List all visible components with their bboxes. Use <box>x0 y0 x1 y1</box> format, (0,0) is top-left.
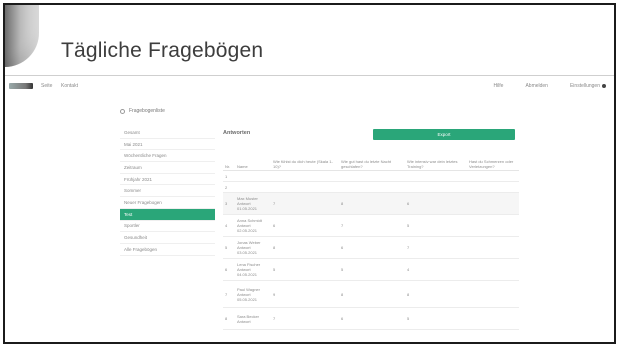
table-cell-c2: 8 <box>339 192 405 215</box>
table-cell-c2: 8 <box>339 280 405 308</box>
table-cell-c1 <box>271 170 339 182</box>
sidebar-item[interactable]: Gesamt <box>120 127 215 139</box>
sidebar-item[interactable]: Wöchentliche Fragen <box>120 150 215 163</box>
export-button[interactable]: Export <box>373 129 515 140</box>
table-cell-name: Jonas Weber Antwort 03.05.2021 <box>235 236 271 259</box>
nav-item-kontakt[interactable]: Kontakt <box>61 83 78 89</box>
table-cell-c4 <box>467 192 519 215</box>
sidebar-item[interactable]: Neuer Fragebogen <box>120 197 215 209</box>
slide-title: Tägliche Fragebögen <box>61 39 264 62</box>
settings-link[interactable]: Einstellungen <box>570 83 606 89</box>
sidebar-heading: Fragebogenliste <box>129 108 165 114</box>
avatar-icon <box>602 83 606 88</box>
table-cell-c3: 6 <box>405 192 467 215</box>
sidebar-list: Gesamt Mai 2021 Wöchentliche Fragen Zeitrau… <box>120 127 215 256</box>
table-cell-name: Paul Wagner Antwort 05.05.2021 <box>235 280 271 308</box>
column-header-q1[interactable]: Wie fühlst du dich heute (Skala 1-10)? <box>271 146 339 171</box>
table-cell-nr: 3 <box>223 192 235 215</box>
column-header-q2[interactable]: Wie gut hast du letzte Nacht geschlafen? <box>339 146 405 171</box>
table-cell-nr: 2 <box>223 181 235 193</box>
table-cell-c3 <box>405 181 467 193</box>
sidebar-item[interactable]: Gesundheit <box>120 232 215 244</box>
table-cell-nr: 4 <box>223 214 235 237</box>
table-cell-c1: 6 <box>271 214 339 237</box>
table-cell-c4 <box>467 214 519 237</box>
column-header-nr[interactable]: Nr. <box>223 146 235 171</box>
table-cell-c2: 6 <box>339 307 405 330</box>
table-cell-c1: 7 <box>271 192 339 215</box>
table-cell-c1: 5 <box>271 258 339 281</box>
table-cell-c4 <box>467 280 519 308</box>
table-row[interactable]: 2 <box>223 181 519 193</box>
table-cell-c3 <box>405 170 467 182</box>
slide-frame: Tägliche Fragebögen Seite Kontakt Hilfe … <box>3 3 616 344</box>
table-cell-c4 <box>467 170 519 182</box>
answers-table: Nr. Name Wie fühlst du dich heute (Skala… <box>223 146 519 330</box>
search-icon[interactable] <box>120 108 125 114</box>
table-cell-c4 <box>467 307 519 330</box>
sidebar-item[interactable]: Alle Fragebögen <box>120 244 215 256</box>
column-header-name[interactable]: Name <box>235 146 271 171</box>
page-curl-decoration <box>5 5 39 67</box>
sidebar-header: Fragebogenliste <box>120 105 215 117</box>
table-cell-name: Max Muster Antwort 01.05.2021 <box>235 192 271 215</box>
sidebar-item[interactable]: Zeitraum <box>120 162 215 174</box>
table-cell-c3: 7 <box>405 236 467 259</box>
table-cell-c4 <box>467 258 519 281</box>
table-cell-c3: 5 <box>405 214 467 237</box>
topbar-actions: Hilfe Abmelden Einstellungen <box>493 83 606 89</box>
table-cell-c4 <box>467 236 519 259</box>
table-cell-name: Anna Schmidt Antwort 02.05.2021 <box>235 214 271 237</box>
logout-link[interactable]: Abmelden <box>525 83 548 89</box>
table-cell-c1 <box>271 181 339 193</box>
table-cell-nr: 1 <box>223 170 235 182</box>
table-cell-c3: 8 <box>405 280 467 308</box>
table-cell-c1: 7 <box>271 307 339 330</box>
table-cell-nr: 5 <box>223 236 235 259</box>
table-row[interactable]: 3 Max Muster Antwort 01.05.2021 7 8 6 <box>223 192 519 215</box>
table-cell-name <box>235 181 271 193</box>
table-cell-c2: 7 <box>339 214 405 237</box>
table-cell-name: Sara Becker Antwort <box>235 307 271 330</box>
table-row[interactable]: 7 Paul Wagner Antwort 05.05.2021 9 8 8 <box>223 280 519 308</box>
table-cell-c4 <box>467 181 519 193</box>
table-cell-nr: 6 <box>223 258 235 281</box>
table-cell-c2: 5 <box>339 258 405 281</box>
table-cell-c2: 6 <box>339 236 405 259</box>
app-topbar: Seite Kontakt Hilfe Abmelden Einstellung… <box>5 79 614 95</box>
table-cell-c1: 8 <box>271 236 339 259</box>
column-header-q4[interactable]: Hast du Schmerzen oder Verletzungen? <box>467 146 519 171</box>
table-cell-c1: 9 <box>271 280 339 308</box>
table-cell-nr: 8 <box>223 307 235 330</box>
content-title: Antworten <box>223 130 251 136</box>
sidebar-item[interactable]: Sommer <box>120 185 215 198</box>
table-row[interactable]: 8 Sara Becker Antwort 7 6 5 <box>223 307 519 330</box>
column-header-q3[interactable]: Wie intensiv war dein letztes Training? <box>405 146 467 171</box>
table-header-row: Nr. Name Wie fühlst du dich heute (Skala… <box>223 146 519 171</box>
app-logo[interactable] <box>9 83 33 89</box>
table-cell-c3: 4 <box>405 258 467 281</box>
table-row[interactable]: 4 Anna Schmidt Antwort 02.05.2021 6 7 5 <box>223 214 519 237</box>
settings-label: Einstellungen <box>569 83 600 89</box>
help-link[interactable]: Hilfe <box>493 83 503 89</box>
table-cell-nr: 7 <box>223 280 235 308</box>
table-row[interactable]: 5 Jonas Weber Antwort 03.05.2021 8 6 7 <box>223 236 519 259</box>
table-body: 1 2 3 Max Muster Antwort 01.05.2021 7 8 6 4 Anna… <box>223 170 519 330</box>
table-cell-name <box>235 170 271 182</box>
table-cell-name: Lena Fischer Antwort 04.05.2021 <box>235 258 271 281</box>
title-divider <box>5 75 614 76</box>
table-row[interactable]: 1 <box>223 170 519 182</box>
table-cell-c2 <box>339 181 405 193</box>
table-cell-c2 <box>339 170 405 182</box>
nav-item-seite[interactable]: Seite <box>41 83 52 89</box>
sidebar-item[interactable]: Test <box>120 208 215 221</box>
sidebar-item[interactable]: Mai 2021 <box>120 139 215 151</box>
sidebar-item[interactable]: Sportler <box>120 221 215 233</box>
sidebar-item[interactable]: Frühjahr 2021 <box>120 174 215 186</box>
table-row[interactable]: 6 Lena Fischer Antwort 04.05.2021 5 5 4 <box>223 258 519 281</box>
table-cell-c3: 5 <box>405 307 467 330</box>
